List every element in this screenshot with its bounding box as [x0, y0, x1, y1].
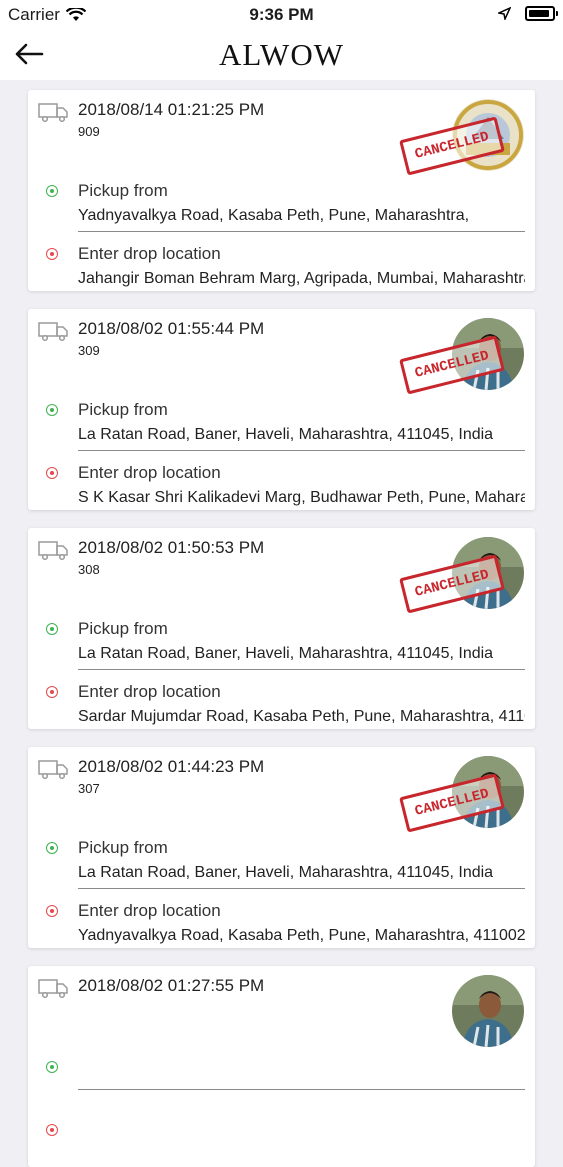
drop-address[interactable]: Yadnyavalkya Road, Kasaba Peth, Pune, Ma…	[78, 927, 525, 948]
drop-label: Enter drop location	[78, 901, 221, 920]
ride-datetime: 2018/08/02 01:55:44 PM	[78, 319, 265, 338]
ride-card[interactable]: 2018/08/02 01:27:55 PM	[28, 966, 535, 1167]
pickup-address[interactable]: La Ratan Road, Baner, Haveli, Maharashtr…	[78, 645, 525, 670]
battery-icon	[525, 6, 558, 21]
pickup-dot-icon	[46, 404, 58, 416]
pickup-label: Pickup from	[78, 619, 168, 638]
ride-card[interactable]: 2018/08/02 01:50:53 PM 308 CANCELLED Pic…	[28, 528, 535, 729]
pickup-label: Pickup from	[78, 400, 168, 419]
pickup-address[interactable]: La Ratan Road, Baner, Haveli, Maharashtr…	[78, 864, 525, 889]
ride-id: 307	[78, 781, 100, 796]
pickup-address[interactable]: Yadnyavalkya Road, Kasaba Peth, Pune, Ma…	[78, 207, 525, 232]
ride-id: 309	[78, 343, 100, 358]
ride-card[interactable]: 2018/08/02 01:44:23 PM 307 CANCELLED Pic…	[28, 747, 535, 948]
drop-label: Enter drop location	[78, 463, 221, 482]
pickup-dot-icon	[46, 842, 58, 854]
avatar	[452, 975, 524, 1047]
drop-label: Enter drop location	[78, 244, 221, 263]
truck-icon	[38, 322, 68, 341]
ride-datetime: 2018/08/02 01:27:55 PM	[78, 976, 265, 995]
status-icons	[498, 6, 558, 21]
nav-bar: ALWOW	[0, 30, 563, 80]
app-logo: ALWOW	[219, 37, 344, 72]
ride-card[interactable]: 2018/08/02 01:55:44 PM 309 CANCELLED Pic…	[28, 309, 535, 510]
drop-label: Enter drop location	[78, 682, 221, 701]
pickup-label: Pickup from	[78, 838, 168, 857]
ride-card[interactable]: 2018/08/14 01:21:25 PM 909 CANCELLED Pic…	[28, 90, 535, 291]
pickup-dot-icon	[46, 623, 58, 635]
drop-dot-icon	[46, 467, 58, 479]
location-arrow-icon	[498, 7, 511, 20]
drop-dot-icon	[46, 905, 58, 917]
ride-datetime: 2018/08/02 01:44:23 PM	[78, 757, 265, 776]
pickup-address[interactable]	[78, 1083, 525, 1090]
pickup-dot-icon	[46, 185, 58, 197]
truck-icon	[38, 760, 68, 779]
drop-address[interactable]: S K Kasar Shri Kalikadevi Marg, Budhawar…	[78, 489, 525, 510]
clock: 9:36 PM	[249, 5, 314, 24]
ride-datetime: 2018/08/02 01:50:53 PM	[78, 538, 265, 557]
drop-address[interactable]: Sardar Mujumdar Road, Kasaba Peth, Pune,…	[78, 708, 525, 729]
ride-id: 909	[78, 124, 100, 139]
drop-address[interactable]	[78, 1146, 525, 1152]
truck-icon	[38, 541, 68, 560]
pickup-address[interactable]: La Ratan Road, Baner, Haveli, Maharashtr…	[78, 426, 525, 451]
ride-id: 308	[78, 562, 100, 577]
truck-icon	[38, 979, 68, 998]
drop-dot-icon	[46, 248, 58, 260]
status-bar: Carrier 9:36 PM	[0, 0, 563, 30]
drop-dot-icon	[46, 686, 58, 698]
pickup-dot-icon	[46, 1061, 58, 1073]
ride-datetime: 2018/08/14 01:21:25 PM	[78, 100, 265, 119]
pickup-label: Pickup from	[78, 181, 168, 200]
drop-address[interactable]: Jahangir Boman Behram Marg, Agripada, Mu…	[78, 270, 525, 291]
truck-icon	[38, 103, 68, 122]
drop-dot-icon	[46, 1124, 58, 1136]
